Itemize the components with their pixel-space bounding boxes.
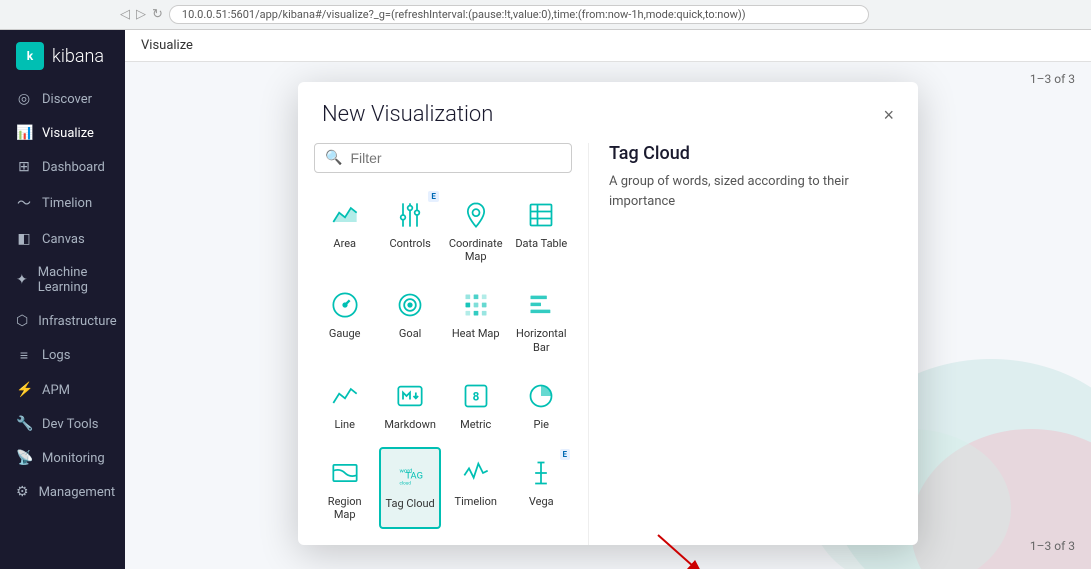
sidebar-item-timelion[interactable]: 〜 Timelion (0, 184, 125, 222)
sidebar-item-logs[interactable]: ≡ Logs (0, 338, 125, 373)
svg-text:8: 8 (472, 389, 479, 403)
sidebar-item-visualize[interactable]: 📊 Visualize (0, 116, 125, 150)
logo-text: kibana (52, 46, 104, 67)
visualize-icon: 📊 (16, 125, 32, 141)
viz-item-markdown[interactable]: Markdown (379, 370, 440, 439)
sidebar-item-devtools[interactable]: 🔧 Dev Tools (0, 407, 125, 441)
viz-label-tag-cloud: Tag Cloud (386, 497, 435, 510)
sidebar-item-infra[interactable]: ⬡ Infrastructure (0, 304, 125, 338)
canvas-icon: ◧ (16, 231, 32, 247)
viz-item-timelion[interactable]: Timelion (445, 447, 507, 529)
sidebar-item-canvas[interactable]: ◧ Canvas (0, 222, 125, 256)
viz-item-controls[interactable]: E Controls (379, 189, 440, 271)
viz-label-goal: Goal (399, 327, 421, 340)
markdown-icon (392, 378, 428, 414)
logs-icon: ≡ (16, 347, 32, 364)
viz-item-data-table[interactable]: Data Table (511, 189, 572, 271)
viz-item-coordinate-map[interactable]: Coordinate Map (445, 189, 507, 271)
viz-item-region-map[interactable]: Region Map (314, 447, 375, 529)
sidebar-item-apm[interactable]: ⚡ APM (0, 373, 125, 407)
monitoring-icon: 📡 (16, 450, 32, 466)
modal-overlay: New Visualization × 🔍 (125, 62, 1091, 569)
viz-item-goal[interactable]: Goal (379, 279, 440, 361)
coordinate-map-icon (458, 197, 494, 233)
management-icon: ⚙ (16, 484, 29, 500)
vega-icon (523, 455, 559, 491)
tag-cloud-icon: word TAG cloud (392, 457, 428, 493)
viz-label-gauge: Gauge (329, 327, 361, 340)
viz-item-line[interactable]: Line (314, 370, 375, 439)
goal-icon (392, 287, 428, 323)
viz-label-data-table: Data Table (515, 237, 567, 250)
horizontal-bar-icon (523, 287, 559, 323)
sidebar-item-dashboard[interactable]: ⊞ Dashboard (0, 150, 125, 184)
viz-info-panel: Tag Cloud A group of words, sized accord… (588, 143, 918, 545)
metric-icon: 8 (458, 378, 494, 414)
viz-label-metric: Metric (460, 418, 491, 431)
infra-icon: ⬡ (16, 313, 28, 329)
filter-search-icon: 🔍 (325, 150, 342, 166)
modal-title: New Visualization (322, 102, 493, 127)
viz-item-tag-cloud[interactable]: word TAG cloud Tag Cloud (379, 447, 440, 529)
line-icon (327, 378, 363, 414)
viz-item-heat-map[interactable]: Heat Map (445, 279, 507, 361)
viz-item-metric[interactable]: 8 Metric (445, 370, 507, 439)
viz-label-controls: Controls (389, 237, 430, 250)
viz-label-markdown: Markdown (384, 418, 436, 431)
viz-label-coordinate-map: Coordinate Map (449, 237, 503, 263)
sidebar-item-discover[interactable]: ◎ Discover (0, 82, 125, 116)
area-icon (327, 197, 363, 233)
viz-grid: Area E Controls (314, 189, 572, 529)
viz-item-horizontal-bar[interactable]: Horizontal Bar (511, 279, 572, 361)
logo: k kibana (0, 30, 125, 82)
breadcrumb: Visualize (125, 30, 1091, 62)
svg-text:cloud: cloud (400, 480, 412, 486)
viz-label-timelion: Timelion (455, 495, 497, 508)
dashboard-icon: ⊞ (16, 159, 32, 175)
sidebar-item-ml[interactable]: ✦ Machine Learning (0, 256, 125, 304)
region-map-icon (327, 455, 363, 491)
discover-icon: ◎ (16, 91, 32, 107)
viz-type-list: 🔍 Area (298, 143, 588, 545)
viz-item-pie[interactable]: Pie (511, 370, 572, 439)
viz-item-vega[interactable]: E Vega (511, 447, 572, 529)
filter-box: 🔍 (314, 143, 572, 173)
viz-label-heat-map: Heat Map (452, 327, 500, 340)
viz-label-area: Area (333, 237, 356, 250)
sidebar: k kibana ◎ Discover 📊 Visualize ⊞ Dashbo… (0, 30, 125, 569)
viz-label-region-map: Region Map (318, 495, 371, 521)
filter-input[interactable] (350, 150, 561, 166)
logo-icon: k (16, 42, 44, 70)
heat-map-icon (458, 287, 494, 323)
devtools-icon: 🔧 (16, 416, 32, 432)
timelion-viz-icon (458, 455, 494, 491)
viz-info-title: Tag Cloud (609, 143, 898, 164)
viz-info-description: A group of words, sized according to the… (609, 172, 898, 211)
sidebar-item-management[interactable]: ⚙ Management (0, 475, 125, 509)
viz-label-pie: Pie (534, 418, 549, 431)
viz-item-gauge[interactable]: Gauge (314, 279, 375, 361)
viz-label-horizontal-bar: Horizontal Bar (515, 327, 568, 353)
pie-icon (523, 378, 559, 414)
controls-icon (392, 197, 428, 233)
gauge-icon (327, 287, 363, 323)
modal-close-button[interactable]: × (883, 106, 894, 124)
apm-icon: ⚡ (16, 382, 32, 398)
viz-label-line: Line (334, 418, 355, 431)
ml-icon: ✦ (16, 272, 28, 288)
controls-badge: E (428, 191, 439, 202)
viz-item-area[interactable]: Area (314, 189, 375, 271)
timelion-icon: 〜 (16, 193, 32, 213)
vega-badge: E (560, 449, 571, 460)
data-table-icon (523, 197, 559, 233)
url-bar[interactable]: 10.0.0.51:5601/app/kibana#/visualize?_g=… (169, 5, 869, 24)
sidebar-item-monitoring[interactable]: 📡 Monitoring (0, 441, 125, 475)
viz-label-vega: Vega (529, 495, 554, 508)
new-visualization-modal: New Visualization × 🔍 (298, 82, 918, 545)
svg-text:TAG: TAG (405, 470, 423, 481)
